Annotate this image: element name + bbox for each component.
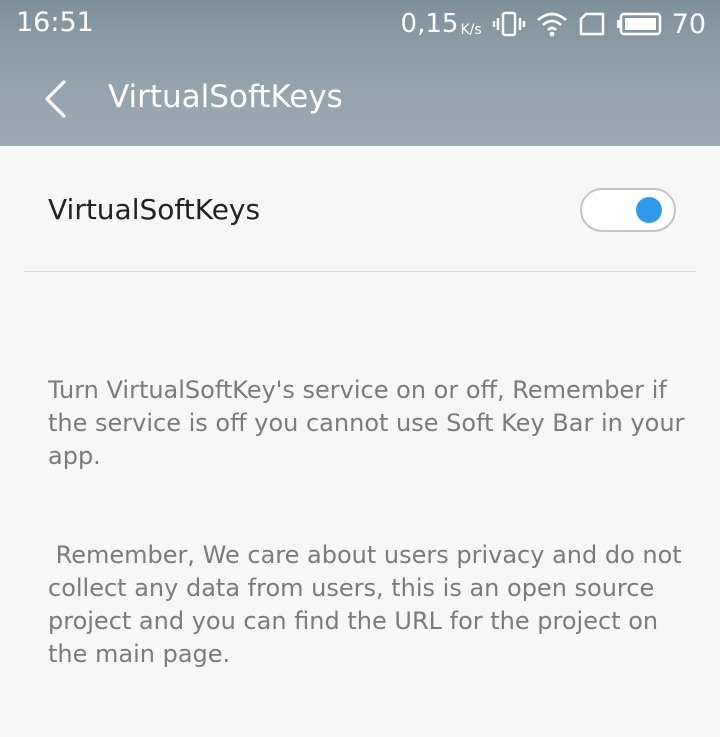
network-speed: 0,15 K/s	[401, 9, 482, 39]
settings-content: VirtualSoftKeys Turn VirtualSoftKey's se…	[0, 146, 720, 668]
battery-icon	[616, 11, 662, 37]
network-speed-unit: K/s	[460, 22, 482, 38]
wifi-icon	[536, 10, 568, 38]
status-icons: 0,15 K/s 70	[401, 6, 706, 42]
battery-level: 70	[671, 8, 706, 40]
description-paragraph: Remember, We care about users privacy an…	[48, 541, 690, 668]
service-description: Turn VirtualSoftKey's service on or off,…	[48, 308, 688, 737]
network-speed-value: 0,15	[400, 9, 459, 39]
service-toggle[interactable]	[580, 188, 676, 232]
divider	[24, 271, 696, 272]
page-title: VirtualSoftKeys	[108, 79, 343, 115]
setting-label: VirtualSoftKeys	[48, 193, 261, 226]
sim-card-icon	[578, 11, 606, 37]
vibrate-icon	[492, 10, 526, 38]
status-time: 16:51	[16, 7, 94, 38]
toolbar: VirtualSoftKeys	[0, 62, 720, 142]
app-header: 16:51 0,15 K/s 70 VirtualSoftKeys	[0, 0, 720, 146]
toggle-knob	[636, 197, 662, 223]
status-bar: 16:51 0,15 K/s 70	[0, 0, 720, 50]
back-button[interactable]	[30, 74, 80, 124]
service-setting-row[interactable]: VirtualSoftKeys	[0, 146, 720, 272]
description-paragraph: Turn VirtualSoftKey's service on or off,…	[48, 376, 693, 470]
chevron-left-icon	[42, 79, 68, 119]
